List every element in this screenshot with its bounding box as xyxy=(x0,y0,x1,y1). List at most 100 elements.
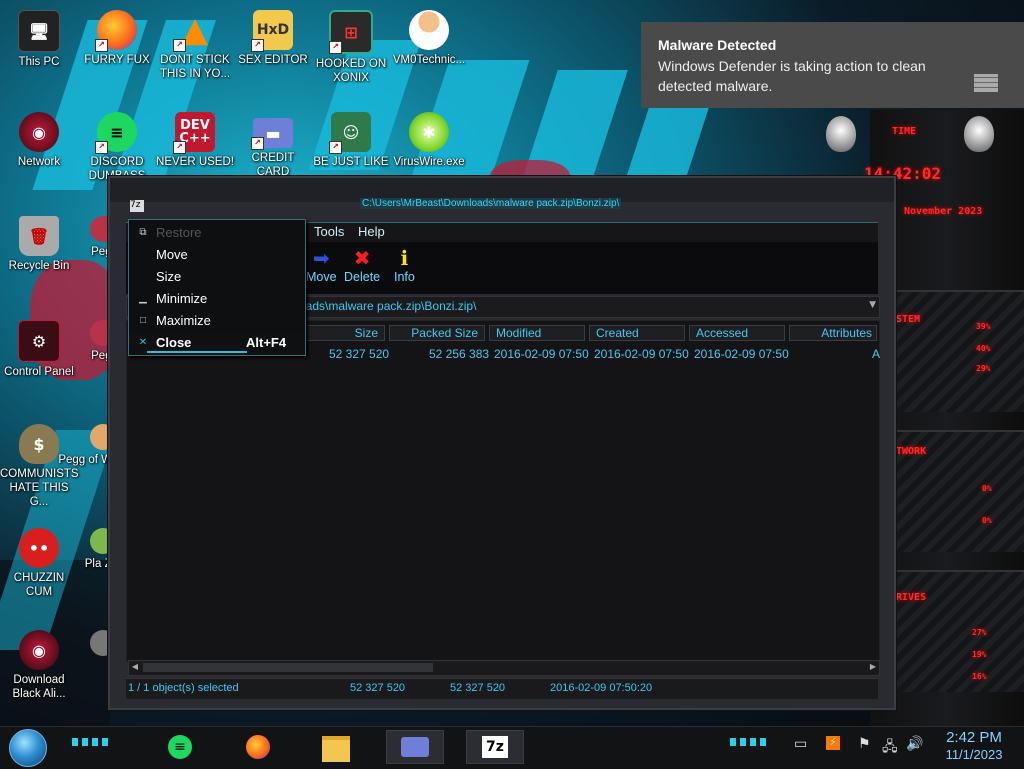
notification-title: Malware Detected xyxy=(658,37,777,53)
cell-packed-size: 52 256 383 xyxy=(429,347,490,361)
delete-button[interactable]: ✖ Delete xyxy=(344,248,380,284)
desktop-icon-this-pc[interactable]: 🖥 This PC xyxy=(0,10,78,69)
column-header-accessed[interactable]: Accessed xyxy=(689,325,785,341)
credit-card-icon xyxy=(401,737,429,757)
firefox-icon: ↗ xyxy=(95,10,137,52)
show-hidden-icons[interactable]: ▭ xyxy=(794,736,807,752)
hud-system-value: 29% xyxy=(976,364,991,373)
column-header-packed-size[interactable]: Packed Size xyxy=(389,325,485,341)
status-size: 52 327 520 xyxy=(350,682,406,694)
move-button[interactable]: ➡ Move xyxy=(306,248,337,284)
maximize-icon: □ xyxy=(139,315,147,326)
desktop-icon-dont-stick[interactable]: ▲ ↗ DONT STICK THIS IN YO... xyxy=(156,10,234,81)
window-title: C:\Users\MrBeast\Downloads\malware pack.… xyxy=(360,198,622,209)
desktop-icon-vm0technic[interactable]: VM0Technic... xyxy=(390,10,468,67)
hxd-icon: HxD ↗ xyxy=(251,10,293,52)
network-tray-icon[interactable]: 🖧 xyxy=(882,736,898,760)
menu-help[interactable]: Help xyxy=(358,224,385,239)
taskbar-decoration xyxy=(72,738,112,746)
desktop-icon-credit-card[interactable]: ▬ ↗ CREDIT CARD xyxy=(234,112,312,179)
technician-icon xyxy=(409,10,449,50)
desktop-icon-never-used[interactable]: DEV C++ ↗ NEVER USED! xyxy=(156,112,234,169)
window-titlebar[interactable]: 7z C:\Users\MrBeast\Downloads\malware pa… xyxy=(110,178,894,212)
scroll-right-icon[interactable]: ▶ xyxy=(867,661,879,673)
spotify-icon: ≡ xyxy=(168,735,192,759)
hud-system-label: STEM xyxy=(896,314,921,325)
column-header-attributes[interactable]: Attributes xyxy=(789,325,877,341)
malware-notification[interactable]: Malware Detected Windows Defender is tak… xyxy=(641,22,1024,108)
hud-network-value: 0% xyxy=(982,516,992,525)
control-panel-icon: ⚙ xyxy=(18,320,60,362)
address-path: oads\malware pack.zip\Bonzi.zip\ xyxy=(299,299,477,313)
hud-drives-label: RIVES xyxy=(896,592,927,603)
info-button[interactable]: ℹ Info xyxy=(394,248,415,284)
menu-item-size[interactable]: Size xyxy=(129,266,305,288)
desktop-icon-viruswire[interactable]: ✱ VirusWire.exe xyxy=(390,112,468,169)
elf-icon: ☺ ↗ xyxy=(329,112,371,154)
hud-drive-value: 16% xyxy=(972,672,987,681)
status-bar: 1 / 1 object(s) selected 52 327 520 52 3… xyxy=(126,678,878,699)
taskbar-file-explorer[interactable] xyxy=(314,730,358,764)
defender-wall-icon xyxy=(974,74,998,92)
menu-tools[interactable]: Tools xyxy=(314,224,344,239)
status-date: 2016-02-09 07:50:20 xyxy=(550,682,653,694)
taskbar-credit-card[interactable] xyxy=(386,730,444,764)
column-header-size[interactable]: Size xyxy=(293,325,385,341)
clock-date: 11/1/2023 xyxy=(945,747,1003,762)
menu-item-maximize[interactable]: □ Maximize xyxy=(129,310,305,332)
hud-system-value: 40% xyxy=(976,344,991,353)
flag-icon[interactable]: ⚑ xyxy=(858,736,871,752)
menu-highlight-line xyxy=(147,351,247,353)
firefox-icon xyxy=(246,735,270,759)
horizontal-scrollbar[interactable]: ◀ ▶ xyxy=(128,660,880,676)
xonix-icon: ⊞ ↗ xyxy=(329,10,373,54)
taskbar-decoration xyxy=(730,738,770,746)
alien-head-icon xyxy=(964,116,994,152)
hud-date: November 2023 xyxy=(904,206,983,217)
hud-time-label: TIME xyxy=(892,126,917,137)
close-shortcut: Alt+F4 xyxy=(246,335,287,350)
sevenzip-icon: 7z xyxy=(482,736,508,758)
taskbar-clock[interactable]: 2:42 PM 11/1/2023 xyxy=(934,729,1014,763)
devcpp-icon: DEV C++ ↗ xyxy=(173,112,215,154)
window-system-icon[interactable]: 7z xyxy=(130,200,144,212)
file-list[interactable]: Size Packed Size Modified Created Access… xyxy=(126,320,880,662)
minimize-icon: ▁ xyxy=(139,293,147,304)
menu-item-restore[interactable]: ⧉ Restore xyxy=(129,222,305,244)
clock-time: 2:42 PM xyxy=(946,729,1002,746)
start-button[interactable] xyxy=(9,729,47,767)
menu-item-move[interactable]: Move xyxy=(129,244,305,266)
taskbar-firefox[interactable] xyxy=(236,730,280,764)
info-icon: ℹ xyxy=(400,248,409,270)
desktop-icon-hooked-on-xonix[interactable]: ⊞ ↗ HOOKED ON XONIX xyxy=(312,10,390,85)
scrollbar-thumb[interactable] xyxy=(143,663,433,672)
volume-icon[interactable]: 🔊 xyxy=(906,736,923,752)
taskbar-7zip[interactable]: 7z xyxy=(466,730,524,764)
computer-icon: 🖥 xyxy=(18,10,60,52)
recycle-bin-icon: 🗑 xyxy=(19,216,59,256)
folder-icon xyxy=(322,736,350,762)
hud-drive-value: 19% xyxy=(972,650,987,659)
taskbar-spotify[interactable]: ≡ xyxy=(158,730,202,764)
desktop-icon-furry-fux[interactable]: ↗ FURRY FUX xyxy=(78,10,156,67)
desktop-icon-be-just-like[interactable]: ☺ ↗ BE JUST LIKE xyxy=(312,112,390,169)
chuzzle-icon: •• xyxy=(19,528,59,568)
window-system-menu: ⧉ Restore Move Size ▁ Minimize □ Maximiz… xyxy=(128,219,306,356)
delete-x-icon: ✖ xyxy=(353,248,371,270)
cell-modified: 2016-02-09 07:50 xyxy=(494,347,589,361)
column-header-created[interactable]: Created xyxy=(589,325,685,341)
chevron-down-icon[interactable]: ▼ xyxy=(869,300,876,310)
arrow-right-icon: ➡ xyxy=(312,248,330,270)
column-header-modified[interactable]: Modified xyxy=(489,325,585,341)
credit-card-icon: ▬ ↗ xyxy=(251,118,293,150)
desktop-icon-network[interactable]: ◉ Network xyxy=(0,112,78,169)
scroll-left-icon[interactable]: ◀ xyxy=(129,661,141,673)
cell-accessed: 2016-02-09 07:50 xyxy=(694,347,789,361)
hud-drive-value: 27% xyxy=(972,628,987,637)
avast-icon[interactable]: ⚡ xyxy=(826,736,840,750)
cell-attributes: A xyxy=(872,347,881,361)
desktop-icon-discord-dumbass[interactable]: ≡↗ DISCORD DUMBASS xyxy=(78,112,156,183)
menu-item-minimize[interactable]: ▁ Minimize xyxy=(129,288,305,310)
desktop-icon-sex-editor[interactable]: HxD ↗ SEX EDITOR xyxy=(234,10,312,67)
status-selection: 1 / 1 object(s) selected xyxy=(128,682,239,694)
